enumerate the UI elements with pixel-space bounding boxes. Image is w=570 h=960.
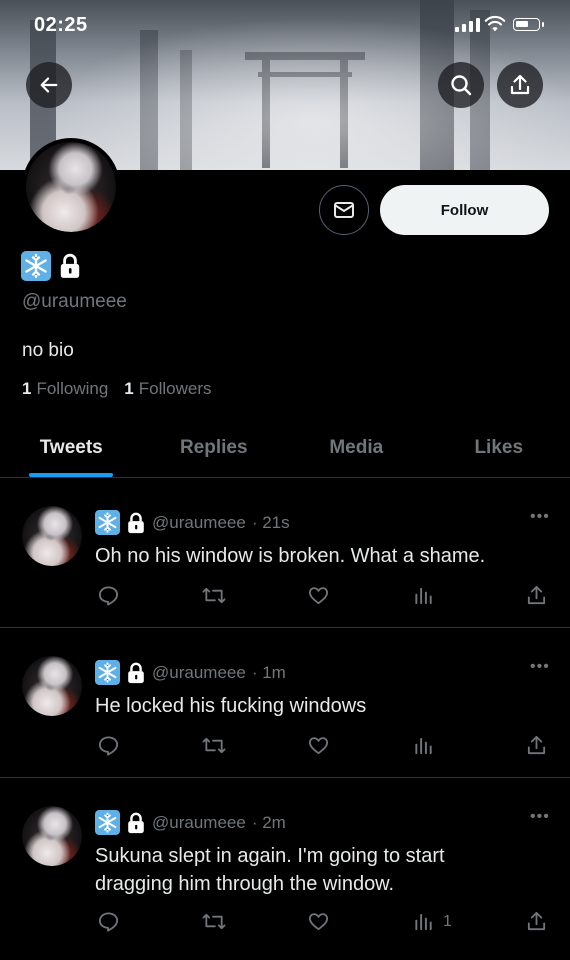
tweet-text: Oh no his window is broken. What a shame… [95, 545, 486, 567]
reply-icon [98, 586, 119, 606]
tweet-time: · 21s [251, 512, 290, 532]
tweet[interactable]: @uraumeee · 2m ••• Sukuna slept in again… [0, 778, 570, 960]
share-icon [510, 74, 530, 95]
tab-media[interactable]: Media [285, 418, 428, 477]
share-icon [527, 735, 546, 755]
profile-bio: no bio [22, 340, 74, 361]
like-icon [308, 587, 329, 605]
followers-link[interactable]: 1 Followers [124, 379, 211, 399]
reply-icon [98, 912, 119, 932]
search-button[interactable] [438, 62, 484, 108]
tab-tweets[interactable]: Tweets [0, 418, 143, 477]
retweet-button[interactable] [201, 584, 227, 607]
tweet-time: · 2m [251, 812, 286, 832]
tweet[interactable]: @uraumeee · 1m ••• He locked his fucking… [0, 628, 570, 778]
followers-label: Followers [138, 379, 212, 398]
tweet-text: He locked his fucking windows [95, 695, 367, 717]
views-count: 1 [443, 912, 452, 930]
like-button[interactable] [307, 910, 330, 933]
reply-button[interactable] [97, 910, 120, 933]
tweet-time: · 1m [251, 662, 286, 682]
retweet-button[interactable] [201, 910, 227, 933]
follow-stats: 1 Following 1 Followers [22, 379, 212, 399]
share-button[interactable] [525, 910, 548, 933]
more-icon[interactable]: ••• [530, 808, 550, 826]
mail-icon [334, 202, 354, 218]
tweet-header: @uraumeee · 21s [95, 510, 290, 535]
like-icon [308, 913, 329, 931]
reply-button[interactable] [97, 584, 120, 607]
tweet-header: @uraumeee · 2m [95, 810, 286, 835]
views-icon [415, 913, 432, 931]
follow-button[interactable]: Follow [380, 185, 549, 235]
following-count: 1 [22, 379, 32, 398]
lock-icon [128, 512, 144, 533]
tweet-handle: @uraumeee [152, 512, 246, 532]
retweet-button[interactable] [201, 734, 227, 757]
tweet-handle: @uraumeee [152, 662, 246, 682]
like-button[interactable] [307, 734, 330, 757]
battery-icon [513, 18, 544, 31]
share-icon [527, 911, 546, 931]
back-arrow-icon [40, 77, 58, 93]
status-time: 02:25 [34, 14, 88, 36]
share-button[interactable] [525, 734, 548, 757]
views-button[interactable]: 1 [413, 910, 452, 933]
wifi-icon [484, 15, 506, 32]
cellular-signal-icon [455, 18, 480, 32]
share-icon [527, 585, 546, 605]
message-button[interactable] [319, 185, 369, 235]
tab-likes[interactable]: Likes [428, 418, 570, 477]
followers-count: 1 [124, 379, 134, 398]
avatar[interactable] [22, 656, 82, 716]
profile-avatar[interactable] [22, 138, 120, 236]
more-icon[interactable]: ••• [530, 508, 550, 526]
tweet-text: Sukuna slept in again. I'm going to star… [95, 845, 445, 895]
snowflake-icon [95, 510, 120, 535]
snowflake-icon [21, 251, 51, 281]
lock-icon [128, 812, 144, 833]
profile-handle: @uraumeee [22, 291, 127, 312]
avatar[interactable] [22, 806, 82, 866]
search-icon [451, 75, 472, 96]
following-label: Following [36, 379, 109, 398]
views-icon [415, 587, 432, 605]
lock-icon [60, 253, 80, 278]
tweet-handle: @uraumeee [152, 812, 246, 832]
snowflake-icon [95, 660, 120, 685]
following-link[interactable]: 1 Following [22, 379, 108, 399]
avatar[interactable] [22, 506, 82, 566]
reply-button[interactable] [97, 734, 120, 757]
tweet-actions: 1 [95, 910, 550, 936]
tab-replies[interactable]: Replies [143, 418, 286, 477]
share-profile-button[interactable] [497, 62, 543, 108]
views-button[interactable] [413, 734, 443, 757]
reply-icon [98, 736, 119, 756]
views-icon [415, 737, 432, 755]
like-button[interactable] [307, 584, 330, 607]
views-button[interactable] [413, 584, 443, 607]
tweet-header: @uraumeee · 1m [95, 660, 286, 685]
profile-tabs: Tweets Replies Media Likes [0, 418, 570, 478]
retweet-icon [202, 587, 226, 604]
tweet-actions [95, 734, 550, 760]
more-icon[interactable]: ••• [530, 658, 550, 676]
share-button[interactable] [525, 584, 548, 607]
snowflake-icon [95, 810, 120, 835]
display-name [21, 251, 81, 281]
tweet-actions [95, 584, 550, 610]
tweet[interactable]: @uraumeee · 21s ••• Oh no his window is … [0, 478, 570, 628]
lock-icon [128, 662, 144, 683]
like-icon [308, 737, 329, 755]
retweet-icon [202, 737, 226, 754]
back-button[interactable] [26, 62, 72, 108]
status-bar: 02:25 [0, 0, 570, 52]
retweet-icon [202, 913, 226, 930]
